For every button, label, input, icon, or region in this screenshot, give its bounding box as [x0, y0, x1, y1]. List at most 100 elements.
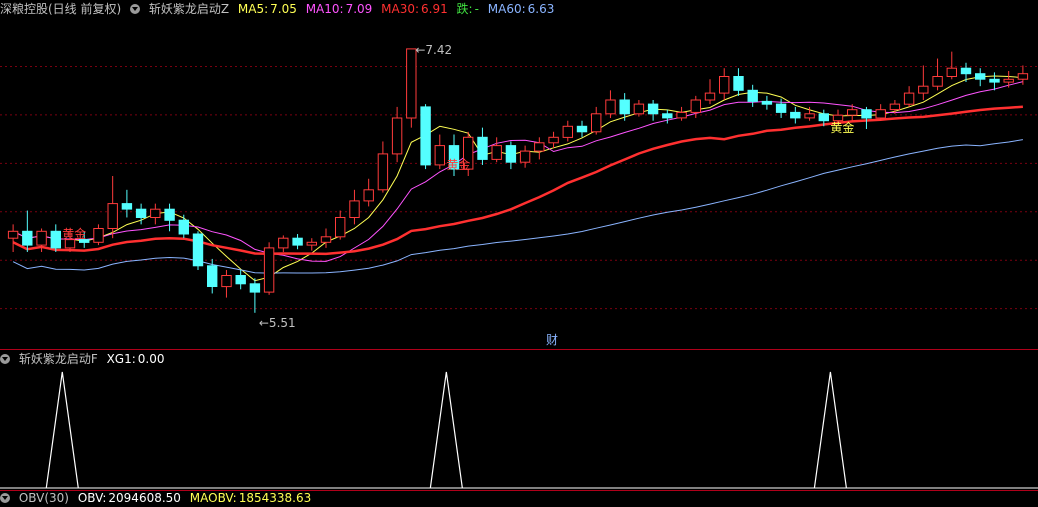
candle-up: [875, 109, 886, 119]
candle-up: [676, 111, 687, 119]
candle-down: [818, 113, 829, 122]
candle-down: [192, 233, 204, 267]
candle-up: [377, 153, 389, 191]
obv-header: OBV(30) OBV: 2094608.50 MAOBV: 1854338.63: [0, 489, 316, 507]
candle-down: [747, 89, 758, 102]
candle-down: [164, 208, 175, 221]
ma10-label: MA10:: [305, 2, 344, 16]
candle-up: [591, 113, 602, 133]
candle-down: [22, 230, 33, 246]
candle-up: [36, 230, 47, 246]
candle-up: [278, 237, 289, 249]
candle-up: [946, 67, 957, 78]
candle-up: [1017, 73, 1029, 80]
candle-down: [50, 230, 61, 249]
ma30-label: MA30:: [381, 2, 419, 16]
candle-down: [775, 103, 787, 113]
candle-up: [804, 113, 815, 119]
candle-up: [263, 247, 275, 293]
signal-peak: [813, 371, 847, 489]
candle-down: [975, 73, 986, 80]
candle-up: [719, 76, 730, 94]
candle-up: [320, 236, 332, 243]
maobv-label: MAOBV:: [189, 491, 237, 505]
candle-up: [519, 150, 531, 163]
ma10-value: 7.09: [345, 2, 373, 16]
candlestick-chart[interactable]: ←7.42←5.51黄金黄金黄金财: [0, 18, 1038, 348]
maobv-value: 1854338.63: [238, 491, 312, 505]
chevron-down-icon[interactable]: [0, 493, 10, 503]
candle-up: [633, 103, 645, 115]
candle-down: [733, 76, 744, 91]
candle-up: [690, 99, 701, 113]
obv-value: 2094608.50: [108, 491, 181, 505]
obv-label: OBV:: [77, 491, 107, 505]
chevron-down-icon[interactable]: [130, 4, 141, 14]
candle-up: [349, 200, 360, 218]
candle-down: [292, 237, 303, 246]
signal-peak: [45, 371, 79, 489]
candle-up: [889, 103, 901, 111]
golden-signal-label: 黄金: [62, 226, 86, 241]
candle-up: [605, 99, 616, 115]
candle-up: [107, 203, 118, 230]
candle-up: [562, 125, 573, 138]
ma5-value: 7.05: [270, 2, 297, 16]
xg-value: 0.00: [137, 352, 165, 366]
candle-up: [1003, 78, 1014, 83]
sub-indicator-name[interactable]: 斩妖紫龙启动F: [19, 352, 98, 366]
chevron-down-icon[interactable]: [0, 354, 10, 364]
signal-peak: [429, 371, 463, 489]
golden-signal-label: 黄金: [446, 157, 470, 172]
candle-up: [306, 241, 318, 246]
die-label: 跌:: [456, 2, 473, 16]
die-value: -: [474, 2, 479, 16]
candle-up: [406, 48, 417, 119]
candle-up: [534, 142, 545, 152]
ma5-label: MA5:: [237, 2, 269, 16]
main-header: 深粮控股(日线 前复权) 斩妖紫龙启动Z MA5: 7.05 MA10: 7.09 …: [0, 0, 559, 18]
candle-down: [178, 219, 190, 235]
candle-up: [93, 228, 104, 243]
obv-name[interactable]: OBV(30): [19, 491, 69, 505]
golden-signal-label: 黄金: [830, 120, 854, 135]
candle-down: [420, 106, 431, 166]
candle-down: [135, 208, 147, 218]
xg-label: XG1:: [106, 352, 136, 366]
candle-up: [150, 208, 161, 218]
candle-up: [847, 109, 858, 116]
candle-up: [918, 85, 929, 94]
candle-down: [207, 265, 218, 288]
candle-up: [221, 275, 232, 288]
candle-up: [391, 117, 403, 155]
ma10-line: [12, 81, 1024, 262]
candle-up: [903, 92, 915, 105]
candle-up: [335, 217, 346, 238]
candle-down: [235, 275, 246, 285]
low-price-label: ←5.51: [259, 316, 296, 330]
indicator-name[interactable]: 斩妖紫龙启动Z: [149, 2, 229, 16]
candle-down: [647, 103, 659, 115]
ma5-line: [12, 75, 1023, 282]
candle-down: [662, 113, 673, 119]
candle-up: [548, 136, 559, 144]
candle-up: [491, 145, 502, 160]
candle-down: [861, 109, 872, 119]
candle-down: [249, 283, 261, 293]
candle-down: [505, 145, 517, 163]
ma60-value: 6.63: [527, 2, 555, 16]
candle-down: [761, 100, 773, 105]
candle-down: [619, 99, 630, 115]
candle-up: [363, 189, 374, 202]
candle-up: [704, 92, 716, 101]
ma60-label: MA60:: [487, 2, 526, 16]
high-price-label: ←7.42: [415, 43, 452, 57]
candle-down: [989, 78, 1000, 83]
candle-down: [576, 125, 588, 133]
candle-down: [477, 136, 488, 160]
candle-up: [7, 230, 19, 239]
ma30-value: 6.91: [421, 2, 448, 16]
sub-header: 斩妖紫龙启动F XG1: 0.00: [0, 350, 169, 368]
cai-marker: 财: [546, 333, 558, 347]
signal-chart[interactable]: [0, 368, 1038, 490]
